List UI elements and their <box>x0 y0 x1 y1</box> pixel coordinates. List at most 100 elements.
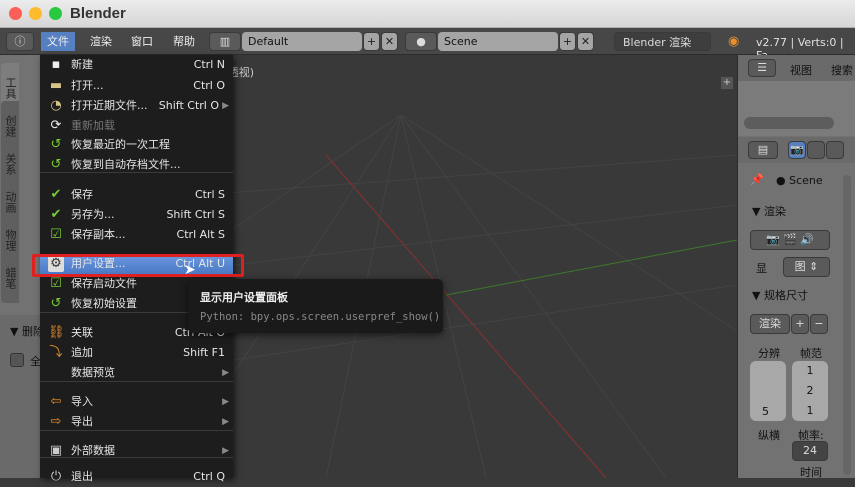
horizontal-scrollbar[interactable] <box>744 117 834 129</box>
render-buttons[interactable]: 📷 🎬 🔊 <box>750 230 830 250</box>
resolution-fields[interactable]: 5 <box>750 361 786 421</box>
frame-end[interactable]: 2 <box>792 381 828 401</box>
menu-item[interactable]: ⇦ 导入 ▶ <box>40 392 233 412</box>
menu-item[interactable]: ⇨ 导出 ▶ <box>40 412 233 432</box>
render-section-header[interactable]: ▼ 渲染 <box>752 203 786 219</box>
menu-item[interactable]: ◔ 打开近期文件... Shift Ctrl O ▶ <box>40 96 233 116</box>
menu-item-label: 另存为... <box>71 208 115 221</box>
tooltip-title: 显示用户设置面板 <box>200 291 288 304</box>
menu-file[interactable]: 文件 <box>41 32 75 51</box>
menu-help[interactable]: 帮助 <box>167 32 201 51</box>
y-axis-line <box>445 239 737 296</box>
title-bar: Blender <box>0 0 855 28</box>
outliner-header: ☰ 视图 搜索 <box>738 55 855 81</box>
menu-item[interactable]: ☑ 保存副本... Ctrl Alt S <box>40 225 233 245</box>
factory-reset-icon: ↺ <box>50 296 62 311</box>
dimensions-section-header[interactable]: ▼ 规格尺寸 <box>752 287 808 303</box>
render-tab-icon[interactable]: 📷 <box>788 141 806 159</box>
preset-select[interactable]: 渲染 <box>750 314 790 334</box>
screen-layout-icon[interactable]: ▥ <box>209 32 241 51</box>
delete-layout-icon[interactable]: ✕ <box>381 32 398 51</box>
link-icon: ⛓ <box>48 325 65 340</box>
outliner-search-menu[interactable]: 搜索 <box>831 62 853 78</box>
save-startup-icon: ☑ <box>50 276 62 291</box>
frame-step[interactable]: 1 <box>792 401 828 421</box>
menu-item-label: 导出 <box>71 415 93 428</box>
menu-item[interactable]: ▬ 打开... Ctrl O <box>40 76 233 96</box>
menu-item-label: 保存启动文件 <box>71 277 137 290</box>
frame-start[interactable]: 1 <box>792 361 828 381</box>
menu-item-shortcut: Shift F1 <box>183 346 225 359</box>
editor-type-button[interactable]: ⓘ <box>6 32 34 51</box>
minimize-window-button[interactable] <box>29 7 42 20</box>
scene-icon[interactable]: ● <box>405 32 437 51</box>
add-scene-icon[interactable]: + <box>559 32 576 51</box>
frame-range-fields[interactable]: 1 2 1 <box>792 361 828 421</box>
properties-toggle-icon[interactable]: + <box>721 77 733 89</box>
outliner-tree[interactable] <box>738 81 855 136</box>
menu-item-label: 追加 <box>71 346 93 359</box>
menu-item-shortcut: Ctrl S <box>194 188 225 201</box>
render-engine-value: Blender 渲染 <box>623 36 692 49</box>
blender-logo-icon: ◉ <box>728 34 740 49</box>
render-engine-select[interactable]: Blender 渲染 <box>614 32 711 51</box>
delete-section-header[interactable]: ▼ 删除 <box>10 323 44 339</box>
menu-item-shortcut: Ctrl O <box>193 79 225 92</box>
save-copy-icon: ☑ <box>50 227 62 242</box>
close-window-button[interactable] <box>9 7 22 20</box>
import-icon: ⇦ <box>50 394 62 409</box>
menu-item[interactable]: ✔ 另存为... Shift Ctrl S <box>40 205 233 225</box>
menu-item-label: 退出 <box>71 470 93 483</box>
append-icon: ⤵ <box>49 345 63 360</box>
menu-item[interactable]: ▪ 新建 Ctrl N <box>40 55 233 75</box>
menu-item[interactable]: ▣ 外部数据 ▶ <box>40 441 233 461</box>
add-preset-icon[interactable]: + <box>791 314 809 334</box>
scene-tab-icon[interactable] <box>826 141 844 159</box>
menu-item-shortcut: Ctrl N <box>193 58 225 71</box>
menu-render[interactable]: 渲染 <box>84 32 118 51</box>
properties-type-icon[interactable]: ▤ <box>748 141 778 159</box>
checkbox[interactable] <box>10 353 24 367</box>
menu-item-label: 关联 <box>71 326 93 339</box>
layout-field[interactable]: Default <box>242 32 362 51</box>
pin-icon[interactable]: 📌 <box>750 173 764 186</box>
menu-item-shortcut: Shift Ctrl S <box>166 208 225 221</box>
mouse-cursor-icon: ➤ <box>184 262 196 278</box>
remove-preset-icon[interactable]: − <box>810 314 828 334</box>
scene-name: ● Scene <box>776 174 823 187</box>
menu-item[interactable]: ⏻ 退出 Ctrl Q <box>40 467 233 487</box>
tab-grease-pencil[interactable]: 蜡笔 <box>1 253 19 303</box>
scene-field[interactable]: Scene <box>438 32 558 51</box>
menu-item-shortcut: Ctrl Q <box>193 470 225 483</box>
submenu-arrow-icon: ▶ <box>222 101 229 111</box>
menu-item-shortcut: Ctrl Alt S <box>176 228 225 241</box>
properties-scrollbar[interactable] <box>843 175 851 475</box>
outliner-view-menu[interactable]: 视图 <box>790 62 812 78</box>
check-icon: ✔ <box>50 207 62 222</box>
recent-files-icon: ◔ <box>50 98 62 113</box>
menu-item-label: 保存 <box>71 188 93 201</box>
menu-item[interactable]: ↺ 恢复最近的一次工程 <box>40 135 233 155</box>
render-layers-tab-icon[interactable] <box>807 141 825 159</box>
menu-window[interactable]: 窗口 <box>125 32 159 51</box>
percent-value: 5 <box>762 405 769 418</box>
menu-item-label: 恢复初始设置 <box>71 297 137 310</box>
add-layout-icon[interactable]: + <box>363 32 380 51</box>
display-select[interactable]: 图 ⇕ <box>783 257 830 277</box>
menu-item[interactable]: ⟳ 重新加载 <box>40 116 233 136</box>
aspect-label: 纵横 <box>758 429 780 442</box>
menu-item-label: 导入 <box>71 395 93 408</box>
menu-item-label: 重新加载 <box>71 119 115 132</box>
outliner-type-icon[interactable]: ☰ <box>748 59 776 77</box>
check-icon: ✔ <box>50 187 62 202</box>
menu-item[interactable]: ⤵ 追加 Shift F1 <box>40 343 233 363</box>
menu-item[interactable]: ↺ 恢复到自动存档文件... <box>40 155 233 175</box>
menu-item[interactable]: 数据预览 ▶ <box>40 363 233 383</box>
menu-item[interactable]: ✔ 保存 Ctrl S <box>40 185 233 205</box>
fps-select[interactable]: 24 <box>792 441 828 461</box>
menu-item-label: 数据预览 <box>71 366 115 379</box>
delete-scene-icon[interactable]: ✕ <box>577 32 594 51</box>
new-file-icon: ▪ <box>51 57 61 72</box>
maximize-window-button[interactable] <box>49 7 62 20</box>
quit-icon: ⏻ <box>50 469 62 484</box>
